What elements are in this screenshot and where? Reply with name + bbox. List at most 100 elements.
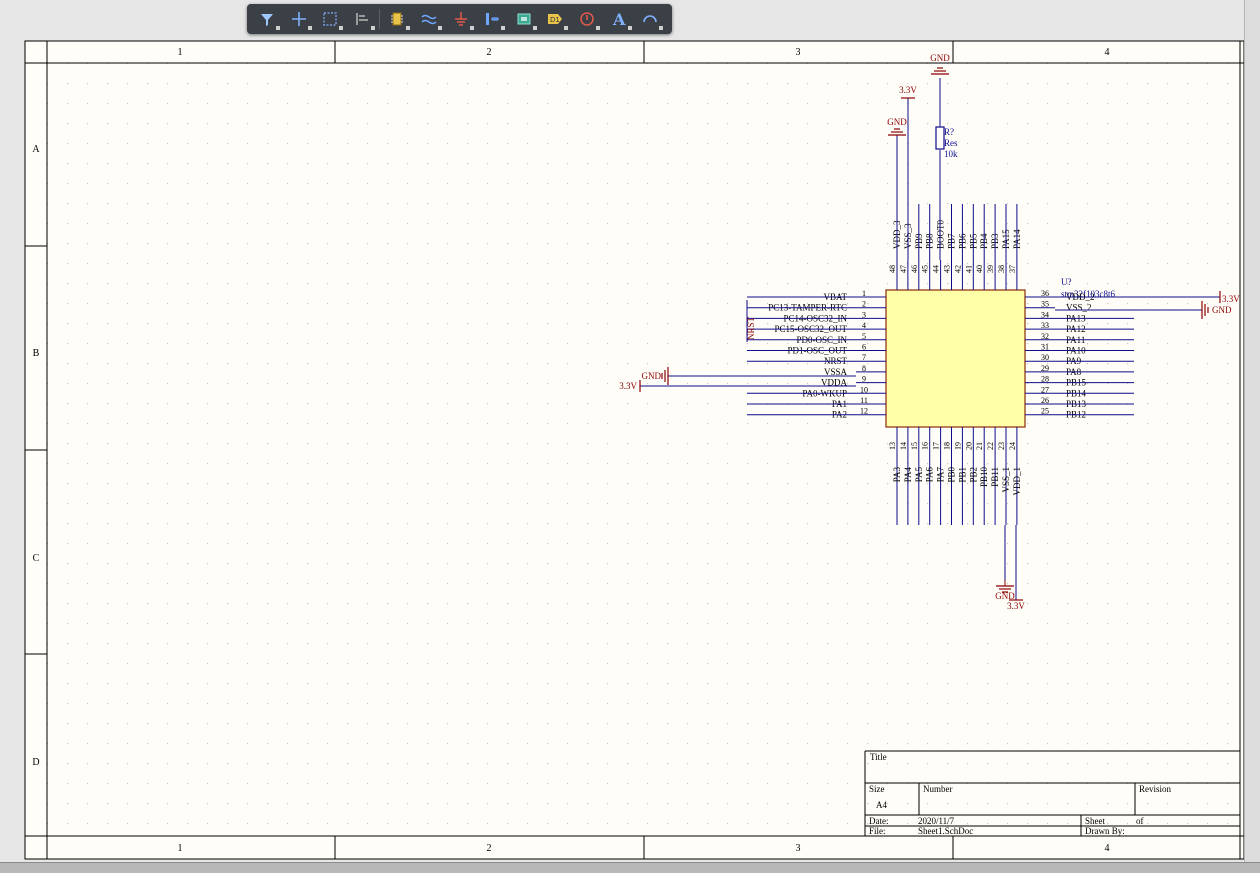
column-label-top: 3	[796, 47, 801, 58]
place-sheet-symbol-tool-icon[interactable]	[510, 6, 538, 32]
pin-number: 23	[997, 442, 1006, 450]
place-bus-tool-icon[interactable]	[478, 6, 506, 32]
pin-name: VSS_2	[1066, 303, 1092, 313]
place-power-port-tool-icon[interactable]	[447, 6, 475, 32]
pin-number: 16	[921, 442, 930, 450]
pin-number: 48	[888, 265, 897, 273]
pin-number: 26	[1041, 396, 1049, 405]
pin-number: 12	[860, 407, 868, 416]
pin-number: 38	[997, 265, 1006, 273]
gnd-power-port[interactable]: GND	[930, 53, 950, 63]
pin-number: 15	[910, 442, 919, 450]
pin-name: PB11	[990, 467, 1000, 487]
pin-number: 46	[910, 265, 919, 273]
column-label-top: 1	[178, 47, 183, 58]
pin-number: 17	[932, 442, 941, 450]
pin-number: 28	[1041, 375, 1049, 384]
column-label-top: 2	[487, 47, 492, 58]
pin-number: 3	[862, 310, 866, 319]
pin-name: PA7	[936, 467, 946, 483]
place-net-label-tool-icon[interactable]: D1	[541, 6, 569, 32]
date-value: 2020/11/7	[918, 816, 955, 826]
gnd-power-port[interactable]: GND	[887, 117, 907, 127]
pin-name: VSSA	[824, 367, 848, 377]
size-label: Size	[869, 784, 885, 794]
component-designator[interactable]: U?	[1061, 277, 1072, 287]
align-tool-icon[interactable]	[348, 6, 376, 32]
vcc-power-port[interactable]: 3.3V	[1007, 601, 1025, 611]
row-label: D	[32, 757, 39, 768]
pin-number: 36	[1041, 289, 1049, 298]
resistor-designator[interactable]: R?	[944, 127, 954, 137]
pin-number: 14	[899, 442, 908, 450]
place-part-tool-icon[interactable]	[383, 6, 411, 32]
column-label-bottom: 3	[796, 843, 801, 854]
pin-number: 34	[1041, 310, 1049, 319]
column-label-top: 4	[1105, 47, 1110, 58]
pin-name: VSS_1	[1001, 467, 1011, 493]
row-label: C	[33, 553, 40, 564]
pin-number: 21	[975, 442, 984, 450]
pin-number: 22	[986, 442, 995, 450]
pin-number: 45	[921, 265, 930, 273]
place-arc-tool-icon[interactable]	[636, 6, 664, 32]
pin-number: 1	[862, 289, 866, 298]
pin-number: 24	[1008, 442, 1017, 450]
pin-number: 6	[862, 343, 866, 352]
filter-tool-icon[interactable]	[253, 6, 281, 32]
pin-number: 25	[1041, 407, 1049, 416]
drawing-area	[46, 62, 1241, 837]
resistor-value[interactable]: 10k	[944, 149, 958, 159]
pin-number: 29	[1041, 364, 1049, 373]
svg-text:D1: D1	[550, 16, 560, 24]
resistor-comment[interactable]: Res	[944, 138, 958, 148]
pin-number: 44	[932, 265, 941, 273]
pin-number: 33	[1041, 321, 1049, 330]
pin-number: 32	[1041, 332, 1049, 341]
pin-number: 31	[1041, 343, 1049, 352]
pin-number: 13	[888, 442, 897, 450]
vcc-power-port[interactable]: 3.3V	[619, 381, 637, 391]
horizontal-scrollbar[interactable]	[0, 862, 1260, 873]
file-value: Sheet1.SchDoc	[918, 826, 973, 836]
select-area-tool-icon[interactable]	[316, 6, 344, 32]
row-label: B	[33, 348, 40, 359]
pin-number: 41	[964, 265, 973, 273]
vcc-power-port[interactable]: 3.3V	[899, 85, 917, 95]
of-label: of	[1136, 816, 1144, 826]
active-bar-toolbar: D1 A	[247, 4, 672, 34]
pin-number: 9	[862, 375, 866, 384]
pin-number: 11	[860, 396, 868, 405]
vcc-power-port[interactable]: 3.3V	[1222, 294, 1240, 304]
pin-number: 4	[862, 321, 866, 330]
title-label: Title	[870, 752, 887, 762]
pin-number: 2	[862, 300, 866, 309]
schematic-canvas[interactable]: 11223344ABCD Title Size A4 Number Revisi…	[0, 0, 1260, 872]
pin-number: 37	[1008, 265, 1017, 273]
pin-name: PB10	[979, 467, 989, 488]
pin-name: PA4	[903, 467, 913, 483]
pin-name: PB0	[947, 467, 957, 483]
place-wire-tool-icon[interactable]	[415, 6, 443, 32]
revision-label: Revision	[1139, 784, 1172, 794]
component-body[interactable]	[885, 289, 1026, 428]
pin-name: PA3	[892, 467, 902, 483]
pin-number: 47	[899, 265, 908, 273]
pin-number: 43	[943, 265, 952, 273]
vertical-scrollbar[interactable]	[1244, 0, 1260, 872]
place-text-tool-icon[interactable]: A	[605, 6, 633, 32]
pin-number: 42	[953, 265, 962, 273]
column-label-bottom: 2	[487, 843, 492, 854]
pin-number: 27	[1041, 385, 1049, 394]
pin-number: 30	[1041, 353, 1049, 362]
gnd-power-port[interactable]: GND	[1212, 305, 1232, 315]
move-cross-tool-icon[interactable]	[285, 6, 313, 32]
pin-name: BOOT0	[936, 220, 946, 249]
date-label: Date:	[869, 816, 889, 826]
size-value: A4	[876, 800, 887, 810]
pin-number: 20	[964, 442, 973, 450]
place-no-erc-tool-icon[interactable]	[573, 6, 601, 32]
column-label-bottom: 1	[178, 843, 183, 854]
drawn-by-label: Drawn By:	[1085, 826, 1125, 836]
gnd-power-port[interactable]: GND	[642, 371, 662, 381]
